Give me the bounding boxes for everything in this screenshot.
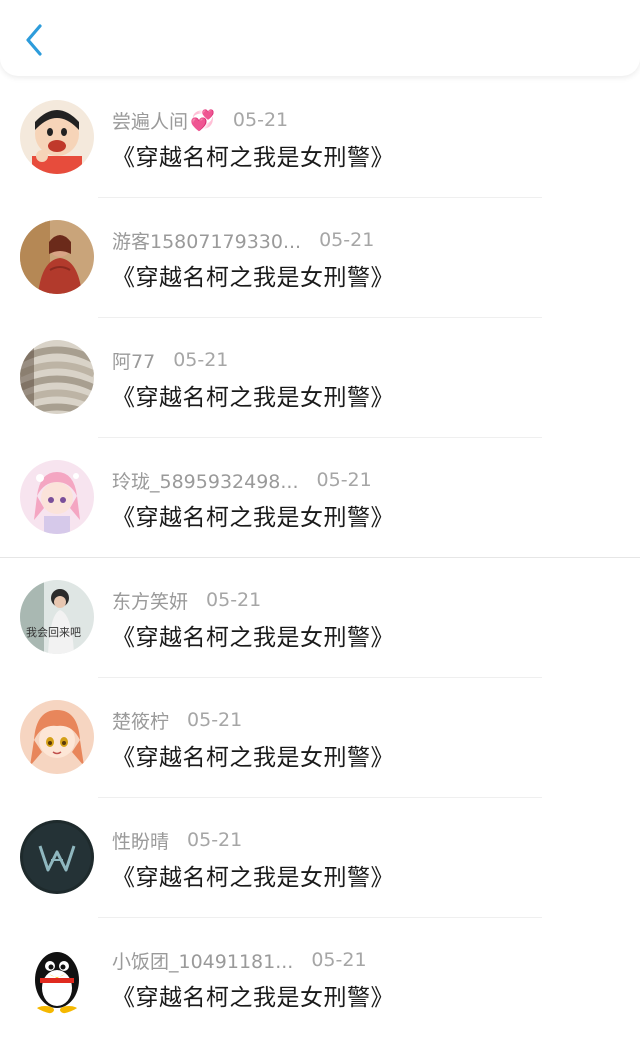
cartoon-avatar-icon: [20, 100, 94, 174]
list-item[interactable]: 阿77 05-21 《穿越名柯之我是女刑警》: [0, 330, 640, 450]
comment-date: 05-21: [206, 589, 262, 611]
comment-text: 《穿越名柯之我是女刑警》: [112, 265, 394, 291]
divider: [98, 197, 542, 198]
chevron-left-icon: [26, 24, 42, 56]
logo-avatar-icon: [20, 820, 94, 894]
username[interactable]: 尝遍人间: [112, 107, 188, 134]
comment-date: 05-21: [173, 349, 229, 371]
knit-avatar-icon: [20, 340, 94, 414]
avatar[interactable]: [20, 340, 94, 414]
username[interactable]: 性盼晴: [112, 827, 169, 854]
comment-text: 《穿越名柯之我是女刑警》: [112, 865, 394, 891]
back-button[interactable]: [18, 22, 52, 56]
list-item[interactable]: 小饭团_10491181... 05-21 《穿越名柯之我是女刑警》: [0, 930, 640, 1050]
comment-text: 《穿越名柯之我是女刑警》: [112, 985, 394, 1011]
list-item[interactable]: 游客15807179330... 05-21 《穿越名柯之我是女刑警》: [0, 210, 640, 330]
comment-date: 05-21: [316, 469, 372, 491]
girl-photo-avatar-icon: 我会回来吧: [20, 580, 94, 654]
portrait-avatar-icon: [20, 220, 94, 294]
comment-meta: 东方笑妍 05-21: [112, 586, 261, 614]
anime-avatar-icon: [20, 460, 94, 534]
avatar-overlay-text: 我会回来吧: [26, 626, 81, 639]
divider: [0, 557, 640, 558]
comment-meta: 阿77 05-21: [112, 346, 228, 374]
username[interactable]: 楚筱柠: [112, 707, 169, 734]
divider: [98, 437, 542, 438]
avatar[interactable]: [20, 940, 94, 1014]
divider: [98, 917, 542, 918]
heart-emoji: 💞: [190, 108, 215, 132]
avatar[interactable]: [20, 820, 94, 894]
comment-date: 05-21: [311, 949, 367, 971]
avatar[interactable]: [20, 700, 94, 774]
comment-text: 《穿越名柯之我是女刑警》: [112, 385, 394, 411]
comment-date: 05-21: [187, 829, 243, 851]
divider: [98, 797, 542, 798]
list-item[interactable]: 玲珑_5895932498... 05-21 《穿越名柯之我是女刑警》: [0, 450, 640, 570]
avatar[interactable]: [20, 220, 94, 294]
username[interactable]: 游客15807179330...: [112, 227, 301, 254]
top-bar: [0, 0, 640, 76]
username[interactable]: 小饭团_10491181...: [112, 947, 293, 974]
comment-date: 05-21: [187, 709, 243, 731]
avatar[interactable]: [20, 460, 94, 534]
username[interactable]: 东方笑妍: [112, 587, 188, 614]
penguin-avatar-icon: [20, 940, 94, 1014]
list-item[interactable]: 尝遍人间 💞 05-21 《穿越名柯之我是女刑警》: [0, 90, 640, 210]
comment-text: 《穿越名柯之我是女刑警》: [112, 505, 394, 531]
divider: [98, 677, 542, 678]
list-item[interactable]: 楚筱柠 05-21 《穿越名柯之我是女刑警》: [0, 690, 640, 810]
list-item[interactable]: 我会回来吧 东方笑妍 05-21 《穿越名柯之我是女刑警》: [0, 570, 640, 690]
comment-meta: 玲珑_5895932498... 05-21: [112, 466, 372, 494]
comment-text: 《穿越名柯之我是女刑警》: [112, 745, 394, 771]
avatar[interactable]: [20, 100, 94, 174]
anime-girl-avatar-icon: [20, 700, 94, 774]
avatar[interactable]: 我会回来吧: [20, 580, 94, 654]
comment-meta: 小饭团_10491181... 05-21: [112, 946, 367, 974]
list-item[interactable]: 性盼晴 05-21 《穿越名柯之我是女刑警》: [0, 810, 640, 930]
username[interactable]: 玲珑_5895932498...: [112, 467, 299, 494]
comment-meta: 性盼晴 05-21: [112, 826, 242, 854]
comment-text: 《穿越名柯之我是女刑警》: [112, 625, 394, 651]
username[interactable]: 阿77: [112, 347, 155, 374]
comment-meta: 游客15807179330... 05-21: [112, 226, 374, 254]
comment-meta: 尝遍人间 💞 05-21: [112, 106, 288, 134]
comment-meta: 楚筱柠 05-21: [112, 706, 242, 734]
comment-date: 05-21: [319, 229, 375, 251]
divider: [98, 317, 542, 318]
comment-text: 《穿越名柯之我是女刑警》: [112, 145, 394, 171]
comment-date: 05-21: [232, 109, 289, 131]
comment-list: 尝遍人间 💞 05-21 《穿越名柯之我是女刑警》 游客15807179330.…: [0, 90, 640, 1050]
